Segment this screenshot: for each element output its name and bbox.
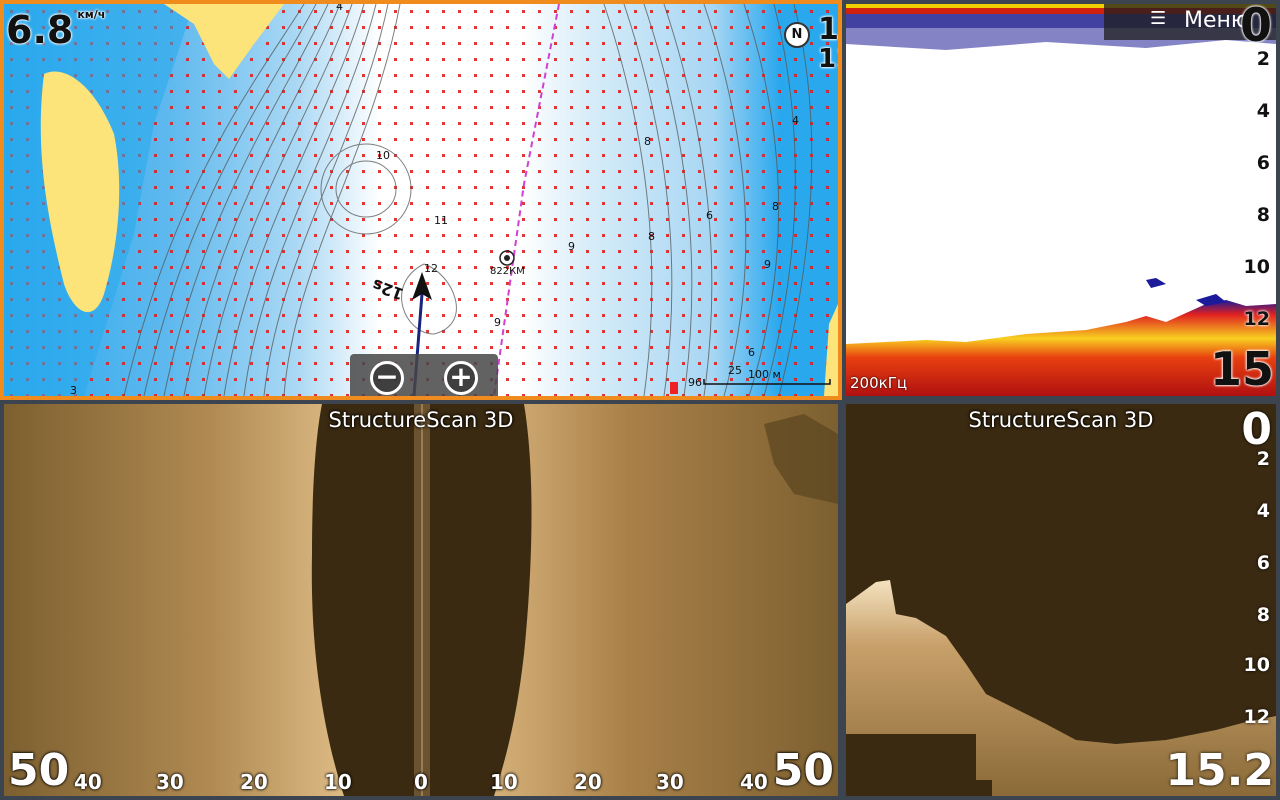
zoom-in-button[interactable]: +	[444, 361, 478, 395]
sonar-range-bottom: 15	[1209, 342, 1274, 396]
speed-unit: км/ч	[77, 8, 106, 21]
depth-value: 12.3	[818, 12, 839, 47]
compass-letter: N	[784, 22, 810, 48]
chart-map[interactable]	[4, 4, 838, 396]
downscan-range-left: 50	[8, 745, 70, 796]
waypoint-label: 822КМ	[490, 266, 525, 277]
scale-prefix: 96	[688, 376, 702, 389]
depth-mark: 9	[494, 316, 501, 329]
structurescan-sidescan-pane[interactable]: StructureScan 3D 0 2 4 6 8 10 12 15.2	[846, 404, 1276, 796]
sidescan-tick: 10	[1243, 654, 1270, 676]
depth-mark: 6	[706, 209, 713, 222]
sonar-frequency: 200кГц	[850, 374, 908, 392]
sonar-tick: 4	[1256, 100, 1270, 122]
depth-mark: 25	[728, 364, 742, 377]
downscan-title: StructureScan 3D	[328, 408, 514, 432]
chart-pane[interactable]: 4 10 11 12 9 8 6 8 8 9 4 9 6 25 3 96 822…	[0, 0, 842, 400]
depth-mark: 8	[644, 135, 651, 148]
zoom-controls: − +	[350, 354, 498, 396]
sonar-tick: 6	[1256, 152, 1270, 174]
sonar-image	[846, 4, 1276, 396]
downscan-tick: 40	[740, 770, 768, 794]
sonar-tick: 10	[1243, 256, 1270, 278]
depth-mark: 11	[434, 214, 448, 227]
sidescan-image	[846, 580, 1276, 796]
downscan-tick: 0	[414, 770, 428, 794]
downscan-tick: 20	[240, 770, 268, 794]
sonar-tick: 12	[1243, 308, 1270, 330]
depth-mark: 8	[772, 200, 779, 213]
zoom-out-button[interactable]: −	[370, 361, 404, 395]
sonar-tick: 2	[1256, 48, 1270, 70]
depth-mark: 9	[568, 240, 575, 253]
depth-mark: 3	[70, 384, 77, 397]
downscan-tick: 30	[156, 770, 184, 794]
sidescan-tick: 8	[1256, 604, 1270, 626]
downscan-tick: 20	[574, 770, 602, 794]
depth-mark: 12	[424, 262, 438, 275]
structurescan-downscan-pane[interactable]: StructureScan 3D 50 50 40 30 20 10 0 10 …	[4, 404, 838, 796]
depth-mark: 6	[748, 346, 755, 359]
downscan-tick: 10	[490, 770, 518, 794]
depth-mark: 8	[648, 230, 655, 243]
sidescan-tick: 12	[1243, 706, 1270, 728]
sidescan-tick: 4	[1256, 500, 1270, 522]
depth2-readout: 11.9в	[818, 44, 838, 74]
sonar-scale-top: 0	[1239, 4, 1272, 52]
downscan-tick: 30	[656, 770, 684, 794]
sidescan-tick: 2	[1256, 448, 1270, 470]
sonar-pane[interactable]: ☰ Меню 0 2 4 6 8 10 12 15 200кГц	[846, 4, 1276, 396]
depth-readout: 12.3м	[818, 12, 839, 47]
speed-readout: 6.8 км/ч	[6, 8, 105, 52]
depth-mark: 4	[336, 0, 343, 13]
downscan-image	[4, 404, 838, 796]
downscan-range-right: 50	[772, 745, 834, 796]
downscan-tick: 10	[324, 770, 352, 794]
depth-mark: 4	[792, 114, 799, 127]
sidescan-title: StructureScan 3D	[968, 408, 1154, 432]
depth2-value: 11.9	[818, 44, 838, 74]
depth-mark: 9	[764, 258, 771, 271]
sidescan-tick: 6	[1256, 552, 1270, 574]
scale-label: 100 м	[748, 368, 781, 381]
sonar-tick: 8	[1256, 204, 1270, 226]
hamburger-icon: ☰	[1150, 8, 1167, 29]
compass-icon[interactable]: N	[784, 22, 810, 48]
sidescan-range-bottom: 15.2	[1165, 745, 1274, 796]
downscan-tick: 40	[74, 770, 102, 794]
speed-value: 6.8	[6, 8, 74, 52]
depth-mark: 10	[376, 149, 390, 162]
